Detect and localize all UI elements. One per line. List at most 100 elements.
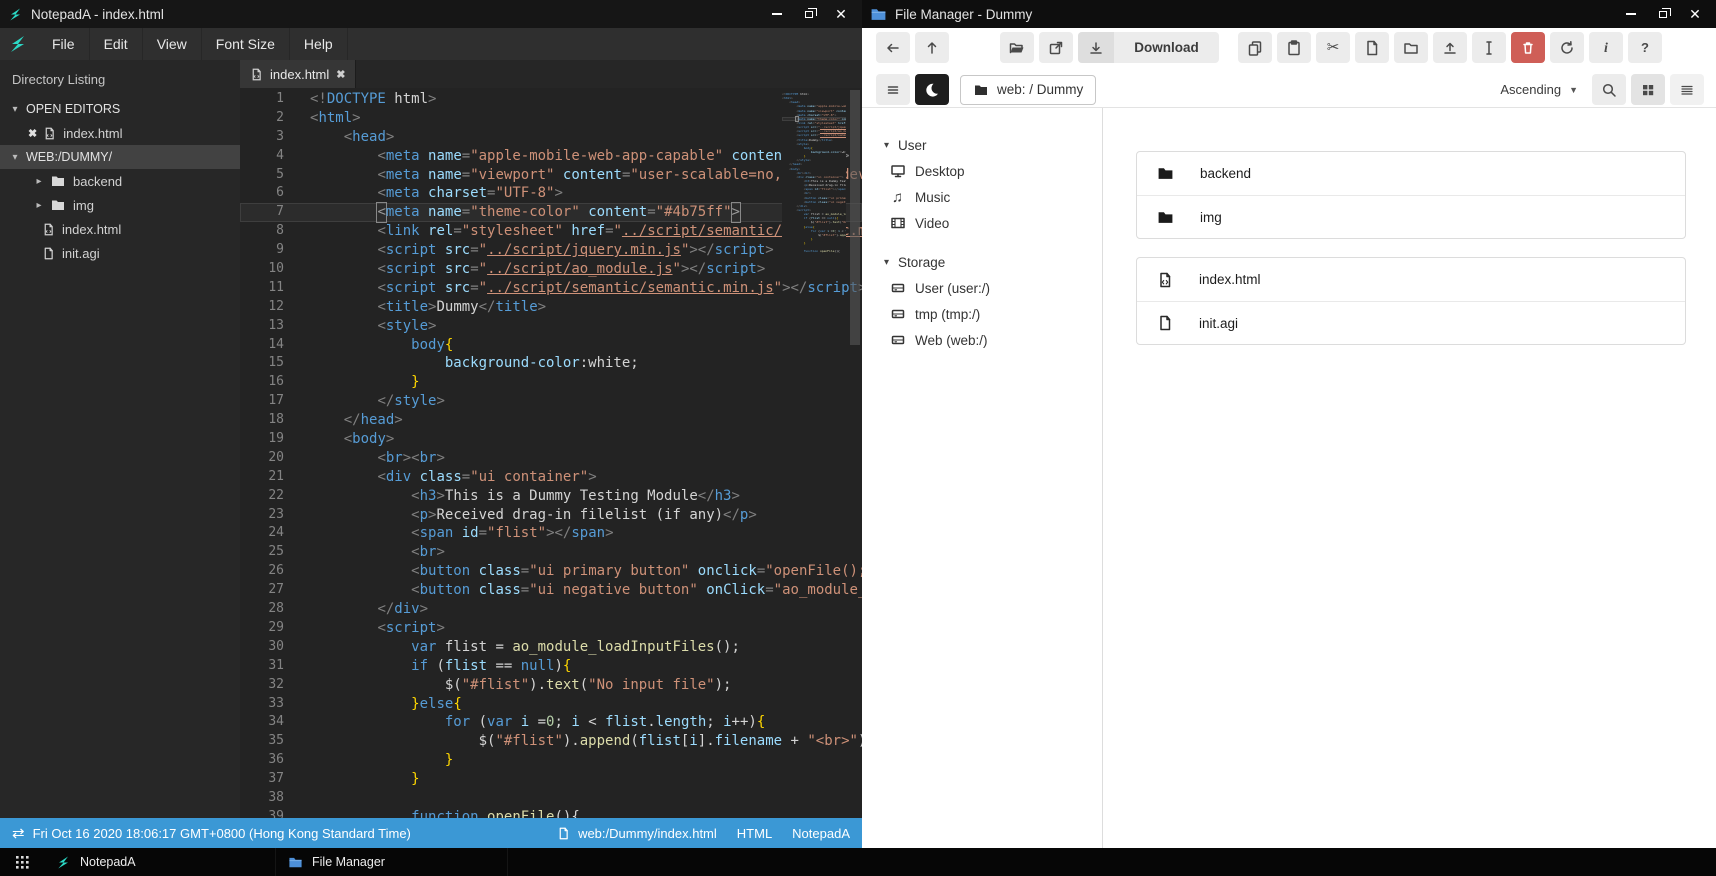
code-line-9[interactable]: 9 < script src = " ../script/jquery.min.js " >… (240, 241, 862, 260)
apps-menu-button[interactable] (0, 848, 44, 876)
minimize-button[interactable] (770, 7, 784, 21)
sidebar-item-web-web-[interactable]: Web (web:/) (862, 327, 1102, 353)
tree-item-index-html[interactable]: index.html (0, 217, 240, 241)
close-button[interactable]: ✕ (834, 6, 848, 22)
code-line-38[interactable]: 38 (240, 789, 862, 808)
grid-view-button[interactable] (1631, 74, 1665, 105)
menu-help[interactable]: Help (290, 28, 348, 60)
status-language[interactable]: HTML (737, 826, 772, 841)
code-line-1[interactable]: 1 <! DOCTYPE html > (240, 90, 862, 109)
restore-button[interactable] (802, 7, 817, 21)
code-line-11[interactable]: 11 < script src = " ../script/semantic/seman… (240, 279, 862, 298)
sidebar-item-video[interactable]: Video (862, 210, 1102, 236)
code-line-35[interactable]: 35 $("#flist"). append(flist[i]. filename … (240, 732, 862, 751)
code-line-30[interactable]: 30 var flist = ao_module_loadInputFiles(… (240, 638, 862, 657)
properties-button[interactable]: i (1589, 32, 1623, 63)
new-folder-button[interactable] (1394, 32, 1428, 63)
close-button[interactable]: ✕ (1688, 6, 1702, 22)
code-line-16[interactable]: 16 } (240, 373, 862, 392)
code-line-34[interactable]: 34 for (var i = 0; i < flist. length; i ++)… (240, 713, 862, 732)
download-button[interactable]: Download (1078, 32, 1219, 63)
taskbar-item-notepada[interactable]: NotepadA (44, 848, 276, 876)
code-line-6[interactable]: 6 < meta charset = "UTF-8" > (240, 184, 862, 203)
minimize-button[interactable] (1624, 7, 1638, 21)
editor-scrollbar[interactable] (848, 88, 862, 848)
editor-pane[interactable]: index.html ✖ 1 <! DOCTYPE html >2 < html >3 < h… (240, 60, 862, 848)
list-view-button[interactable] (1670, 74, 1704, 105)
delete-button[interactable] (1511, 32, 1545, 63)
file-row-index-html[interactable]: index.html (1137, 258, 1685, 301)
menu-file[interactable]: File (38, 28, 90, 60)
code-line-5[interactable]: 5 < meta name = "viewport" content = "user-sc… (240, 166, 862, 185)
menu-view[interactable]: View (143, 28, 202, 60)
tree-item-index-html[interactable]: ✖ index.html (0, 121, 240, 145)
code-line-28[interactable]: 28 </div > (240, 600, 862, 619)
code-line-24[interactable]: 24 < span id = "flist" ></span > (240, 524, 862, 543)
code-line-21[interactable]: 21 < div class = "ui container" > (240, 468, 862, 487)
paste-button[interactable] (1277, 32, 1311, 63)
file-row-init-agi[interactable]: init.agi (1137, 301, 1685, 344)
menu-button[interactable] (876, 74, 910, 105)
restore-button[interactable] (1656, 7, 1671, 21)
file-row-backend[interactable]: backend (1137, 152, 1685, 195)
code-line-13[interactable]: 13 < style > (240, 317, 862, 336)
tree-item-backend[interactable]: ▸ backend (0, 169, 240, 193)
code-line-25[interactable]: 25 < br > (240, 543, 862, 562)
code-line-17[interactable]: 17 </style > (240, 392, 862, 411)
tab-close-icon[interactable]: ✖ (336, 68, 345, 81)
open-button[interactable] (1000, 32, 1034, 63)
rename-button[interactable] (1472, 32, 1506, 63)
code-line-26[interactable]: 26 < button class = "ui primary button" onc… (240, 562, 862, 581)
code-line-32[interactable]: 32 $("#flist"). text("No input file"); (240, 676, 862, 695)
code-line-8[interactable]: 8 < link rel = "stylesheet" href = " ../script… (240, 222, 862, 241)
code-line-3[interactable]: 3 < head > (240, 128, 862, 147)
refresh-button[interactable] (1550, 32, 1584, 63)
up-button[interactable] (915, 32, 949, 63)
tree-section-open-editors[interactable]: ▾ OPEN EDITORS (0, 97, 240, 121)
sidebar-item-user-user-[interactable]: User (user:/) (862, 275, 1102, 301)
taskbar-item-file-manager[interactable]: File Manager (276, 848, 508, 876)
code-area[interactable]: 1 <! DOCTYPE html >2 < html >3 < head >4 < meta n… (240, 88, 862, 848)
code-line-19[interactable]: 19 < body > (240, 430, 862, 449)
code-line-37[interactable]: 37 } (240, 770, 862, 789)
code-line-20[interactable]: 20 < br >< br > (240, 449, 862, 468)
code-line-22[interactable]: 22 < h3 > This is a Dummy Testing Module </h… (240, 487, 862, 506)
close-icon[interactable]: ✖ (28, 127, 37, 140)
search-button[interactable] (1592, 74, 1626, 105)
sidebar-item-music[interactable]: ♫ Music (862, 184, 1102, 210)
menu-font-size[interactable]: Font Size (202, 28, 290, 60)
code-line-36[interactable]: 36 } (240, 751, 862, 770)
code-line-10[interactable]: 10 < script src = " ../script/ao_module.js " >… (240, 260, 862, 279)
code-line-14[interactable]: 14 body{ (240, 336, 862, 355)
sort-dropdown[interactable]: Ascending ▼ (1500, 82, 1578, 97)
code-line-15[interactable]: 15 background-color:white; (240, 354, 862, 373)
help-button[interactable]: ? (1628, 32, 1662, 63)
code-line-2[interactable]: 2 < html > (240, 109, 862, 128)
file-row-img[interactable]: img (1137, 195, 1685, 238)
copy-button[interactable] (1238, 32, 1272, 63)
code-line-33[interactable]: 33 } else{ (240, 695, 862, 714)
sidebar-item-desktop[interactable]: Desktop (862, 158, 1102, 184)
code-line-18[interactable]: 18 </head > (240, 411, 862, 430)
tree-item-img[interactable]: ▸ img (0, 193, 240, 217)
code-line-31[interactable]: 31 if (flist == null){ (240, 657, 862, 676)
code-line-29[interactable]: 29 < script > (240, 619, 862, 638)
upload-button[interactable] (1433, 32, 1467, 63)
code-line-23[interactable]: 23 < p > Received drag-in filelist (if any)… (240, 506, 862, 525)
chevron-right-icon[interactable]: ▸ (34, 200, 44, 211)
cut-button[interactable]: ✂ (1316, 32, 1350, 63)
menu-edit[interactable]: Edit (90, 28, 143, 60)
back-button[interactable] (876, 32, 910, 63)
new-file-button[interactable] (1355, 32, 1389, 63)
tree-section-web-dummy-[interactable]: ▾ WEB:/DUMMY/ (0, 145, 240, 169)
breadcrumb[interactable]: web: / Dummy (960, 74, 1097, 105)
sidebar-section-storage[interactable]: ▾ Storage (862, 249, 1102, 275)
code-line-27[interactable]: 27 < button class = "ui negative button" on… (240, 581, 862, 600)
sidebar-section-user[interactable]: ▾ User (862, 132, 1102, 158)
sidebar-item-tmp-tmp-[interactable]: tmp (tmp:/) (862, 301, 1102, 327)
theme-toggle-button[interactable] (915, 74, 949, 105)
open-external-button[interactable] (1039, 32, 1073, 63)
minimap[interactable]: 1<!DOCTYPE html>2<html>3 <head>4 <meta n… (782, 92, 846, 256)
status-filepath[interactable]: web:/Dummy/index.html (578, 826, 717, 841)
code-line-12[interactable]: 12 < title > Dummy </title > (240, 298, 862, 317)
